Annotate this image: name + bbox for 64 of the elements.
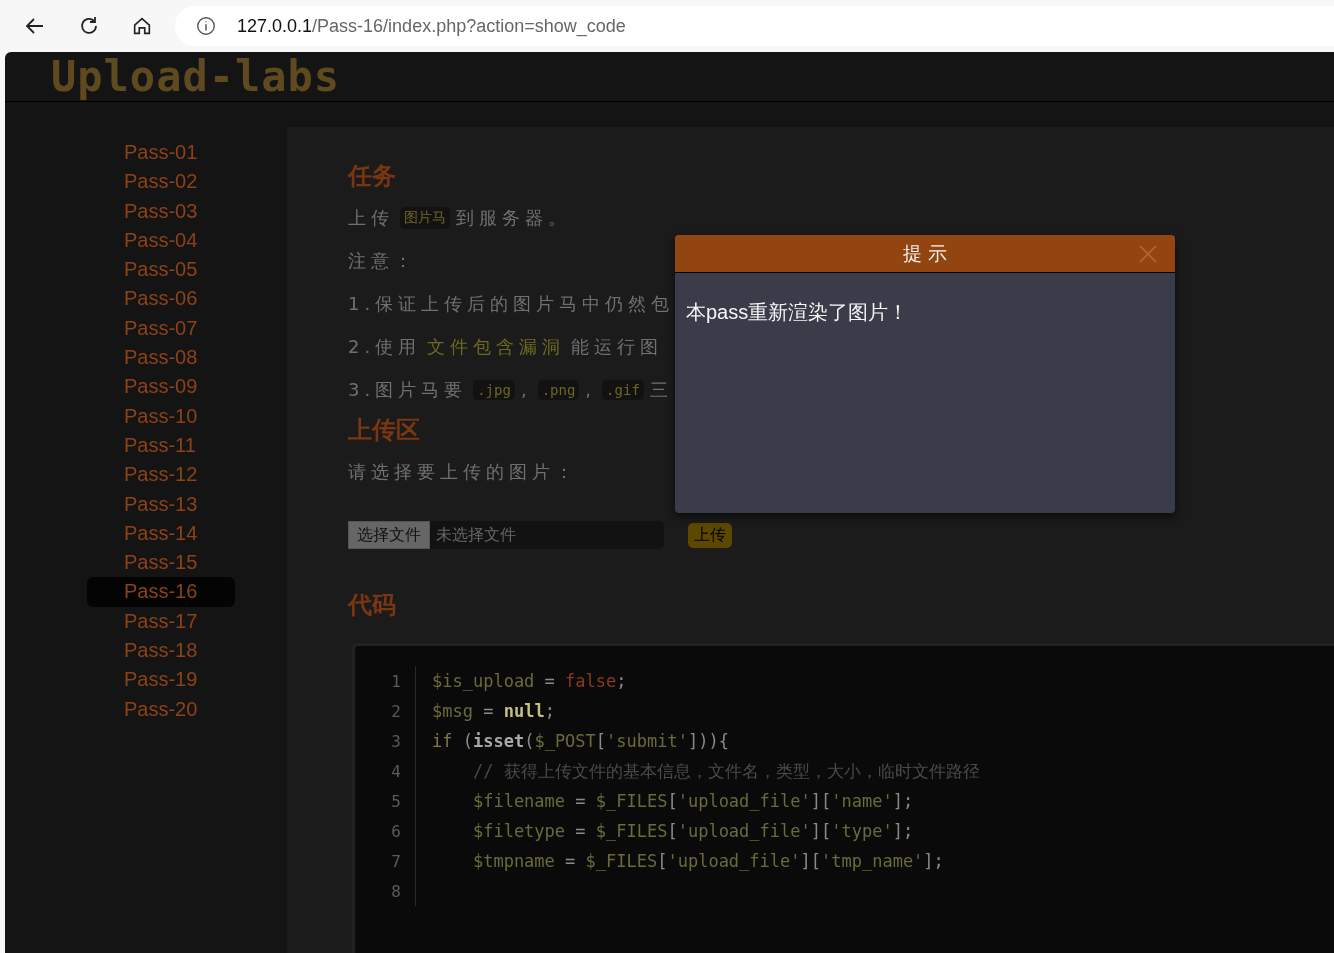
line-number: 3 xyxy=(355,726,416,756)
section-title: 代码 xyxy=(348,590,397,621)
line-number: 7 xyxy=(355,846,416,876)
sidebar-item[interactable]: Pass-13 xyxy=(87,489,235,519)
sidebar-item[interactable]: Pass-15 xyxy=(87,548,235,578)
sidebar-item[interactable]: Pass-06 xyxy=(87,284,235,314)
address-bar[interactable]: 127.0.0.1/Pass-16/index.php?action=show_code xyxy=(175,6,1334,46)
code-tag: 图片马 xyxy=(400,206,450,229)
sidebar-item[interactable]: Pass-09 xyxy=(87,372,235,402)
sidebar-item[interactable]: Pass-10 xyxy=(87,401,235,431)
sidebar-item[interactable]: Pass-18 xyxy=(87,636,235,666)
line-number: 6 xyxy=(355,816,416,846)
sidebar-item[interactable]: Pass-01 xyxy=(87,138,235,168)
code-line: // 获得上传文件的基本信息，文件名，类型，大小，临时文件路径 xyxy=(471,760,980,781)
code-line: $filename = $_FILES['upload_file']['name']; xyxy=(471,791,914,811)
line-number: 2 xyxy=(355,696,416,726)
code-line: $tmpname = $_FILES['upload_file']['tmp_name']; xyxy=(471,851,944,871)
sidebar-item[interactable]: Pass-03 xyxy=(87,196,235,226)
highlight-text: 文件包含漏洞 xyxy=(427,334,566,359)
sidebar-item[interactable]: Pass-20 xyxy=(87,694,235,724)
code-line: $is_upload = false; xyxy=(432,671,627,691)
sidebar-item[interactable]: Pass-08 xyxy=(87,343,235,373)
home-icon[interactable] xyxy=(131,15,153,37)
code-line: if (isset($_POST['submit'])){ xyxy=(432,731,729,751)
section-title: 上传区 xyxy=(348,415,421,446)
sidebar-item[interactable]: Pass-16 xyxy=(87,577,235,607)
sidebar-item[interactable]: Pass-07 xyxy=(87,313,235,344)
site-logo[interactable]: Upload-labs xyxy=(51,52,341,101)
task-text: 上传 xyxy=(348,205,394,230)
sidebar-item[interactable]: Pass-12 xyxy=(87,460,235,490)
line-number: 4 xyxy=(355,756,416,786)
section-title: 任务 xyxy=(348,161,397,192)
task-text: 3.图片马要 xyxy=(348,377,468,402)
code-line: $filetype = $_FILES['upload_file']['type']; xyxy=(471,821,914,841)
upload-button[interactable]: 上传 xyxy=(688,522,732,548)
task-text: 注意： xyxy=(348,248,417,273)
sidebar-item[interactable]: Pass-19 xyxy=(87,665,235,695)
line-number: 5 xyxy=(355,786,416,816)
sidebar-item[interactable]: Pass-04 xyxy=(87,225,235,256)
sidebar-item[interactable]: Pass-02 xyxy=(87,167,235,197)
sidebar-item[interactable]: Pass-17 xyxy=(87,606,235,637)
line-number: 8 xyxy=(355,876,416,906)
code-tag: .png xyxy=(537,379,580,400)
code-line: $msg = null; xyxy=(432,701,555,721)
file-status: 未选择文件 xyxy=(436,524,516,546)
task-text: 1.保证上传后的图片马中仍然包 xyxy=(348,291,675,316)
task-text: , xyxy=(520,379,532,400)
line-number: 1 xyxy=(355,666,416,696)
dialog-message: 本pass重新渲染了图片！ xyxy=(685,300,910,325)
sidebar-item[interactable]: Pass-14 xyxy=(87,518,235,549)
file-input[interactable]: 选择文件 未选择文件 xyxy=(348,521,664,549)
task-text: 能运行图 xyxy=(571,334,664,359)
code-tag: .jpg xyxy=(473,379,515,400)
task-text: 2.使用 xyxy=(348,334,422,359)
task-text: 到服务器。 xyxy=(456,205,571,230)
dialog-title: 提 示 xyxy=(903,241,947,266)
sidebar-item[interactable]: Pass-05 xyxy=(87,255,235,285)
upload-prompt: 请选择要上传的图片： xyxy=(348,459,578,484)
choose-file-button[interactable]: 选择文件 xyxy=(348,521,430,549)
info-icon[interactable] xyxy=(195,15,217,37)
code-tag: .gif xyxy=(602,379,644,400)
sidebar-item[interactable]: Pass-11 xyxy=(87,430,235,461)
task-text: 三 xyxy=(649,377,673,402)
task-text: , xyxy=(585,379,597,400)
